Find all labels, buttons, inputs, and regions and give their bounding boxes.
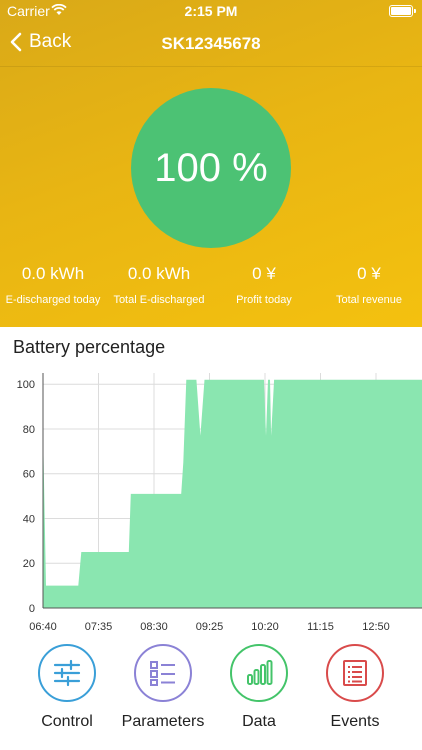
nav-divider xyxy=(0,66,422,67)
x-tick-label: 08:30 xyxy=(140,621,168,633)
document-icon xyxy=(326,644,384,702)
y-tick-label: 100 xyxy=(17,379,35,391)
battery-level-circle: 100 % xyxy=(131,88,291,248)
battery-area-series xyxy=(43,379,422,608)
stat-label: Total revenue xyxy=(335,294,403,306)
x-tick-label: 07:35 xyxy=(85,621,113,633)
stat-value: 0.0 kWh xyxy=(127,264,191,283)
y-tick-label: 20 xyxy=(23,558,35,570)
y-tick-label: 60 xyxy=(23,469,35,481)
bar-chart-icon xyxy=(230,644,288,702)
bottom-tab-bar: Control Parameters Data Events xyxy=(0,640,422,750)
sliders-icon xyxy=(38,644,96,702)
stat-value: 0 ¥ xyxy=(252,264,276,283)
x-tick-label: 11:15 xyxy=(307,621,334,633)
x-tick-label: 12:50 xyxy=(362,621,390,633)
tab-events[interactable]: Events xyxy=(305,644,405,731)
x-tick-label: 06:40 xyxy=(29,621,57,633)
stat-label: Profit today xyxy=(236,294,292,306)
y-tick-label: 0 xyxy=(29,603,35,615)
stat-label: Total E-discharged xyxy=(113,294,205,306)
y-tick-label: 40 xyxy=(23,513,35,525)
chart-title: Battery percentage xyxy=(13,337,166,357)
x-tick-label: 09:25 xyxy=(196,621,224,633)
x-tick-label: 10:20 xyxy=(251,621,279,633)
tab-control[interactable]: Control xyxy=(17,644,117,731)
battery-status-icon xyxy=(389,5,416,17)
tab-data[interactable]: Data xyxy=(209,644,309,731)
tab-label: Events xyxy=(330,713,380,730)
summary-header: Carrier 2:15 PM Back SK12345678 100 % 0.… xyxy=(0,0,422,327)
battery-percentage-chart: 0 20 40 60 80 100 06:40 07:35 08:30 09:25 10:20 11:… xyxy=(17,373,422,633)
stat-label: E-discharged today xyxy=(5,294,101,306)
list-icon xyxy=(134,644,192,702)
status-bar: Carrier 2:15 PM xyxy=(0,0,422,22)
tab-label: Control xyxy=(41,713,93,730)
tab-label: Data xyxy=(242,713,276,730)
tab-parameters[interactable]: Parameters xyxy=(113,644,213,731)
tab-label: Parameters xyxy=(121,713,205,730)
stat-value: 0.0 kWh xyxy=(21,264,85,283)
stat-value: 0 ¥ xyxy=(357,264,381,283)
nav-bar: Back SK12345678 xyxy=(0,22,422,66)
status-time: 2:15 PM xyxy=(184,3,238,19)
device-title: SK12345678 xyxy=(161,34,261,53)
y-tick-label: 80 xyxy=(23,424,35,436)
